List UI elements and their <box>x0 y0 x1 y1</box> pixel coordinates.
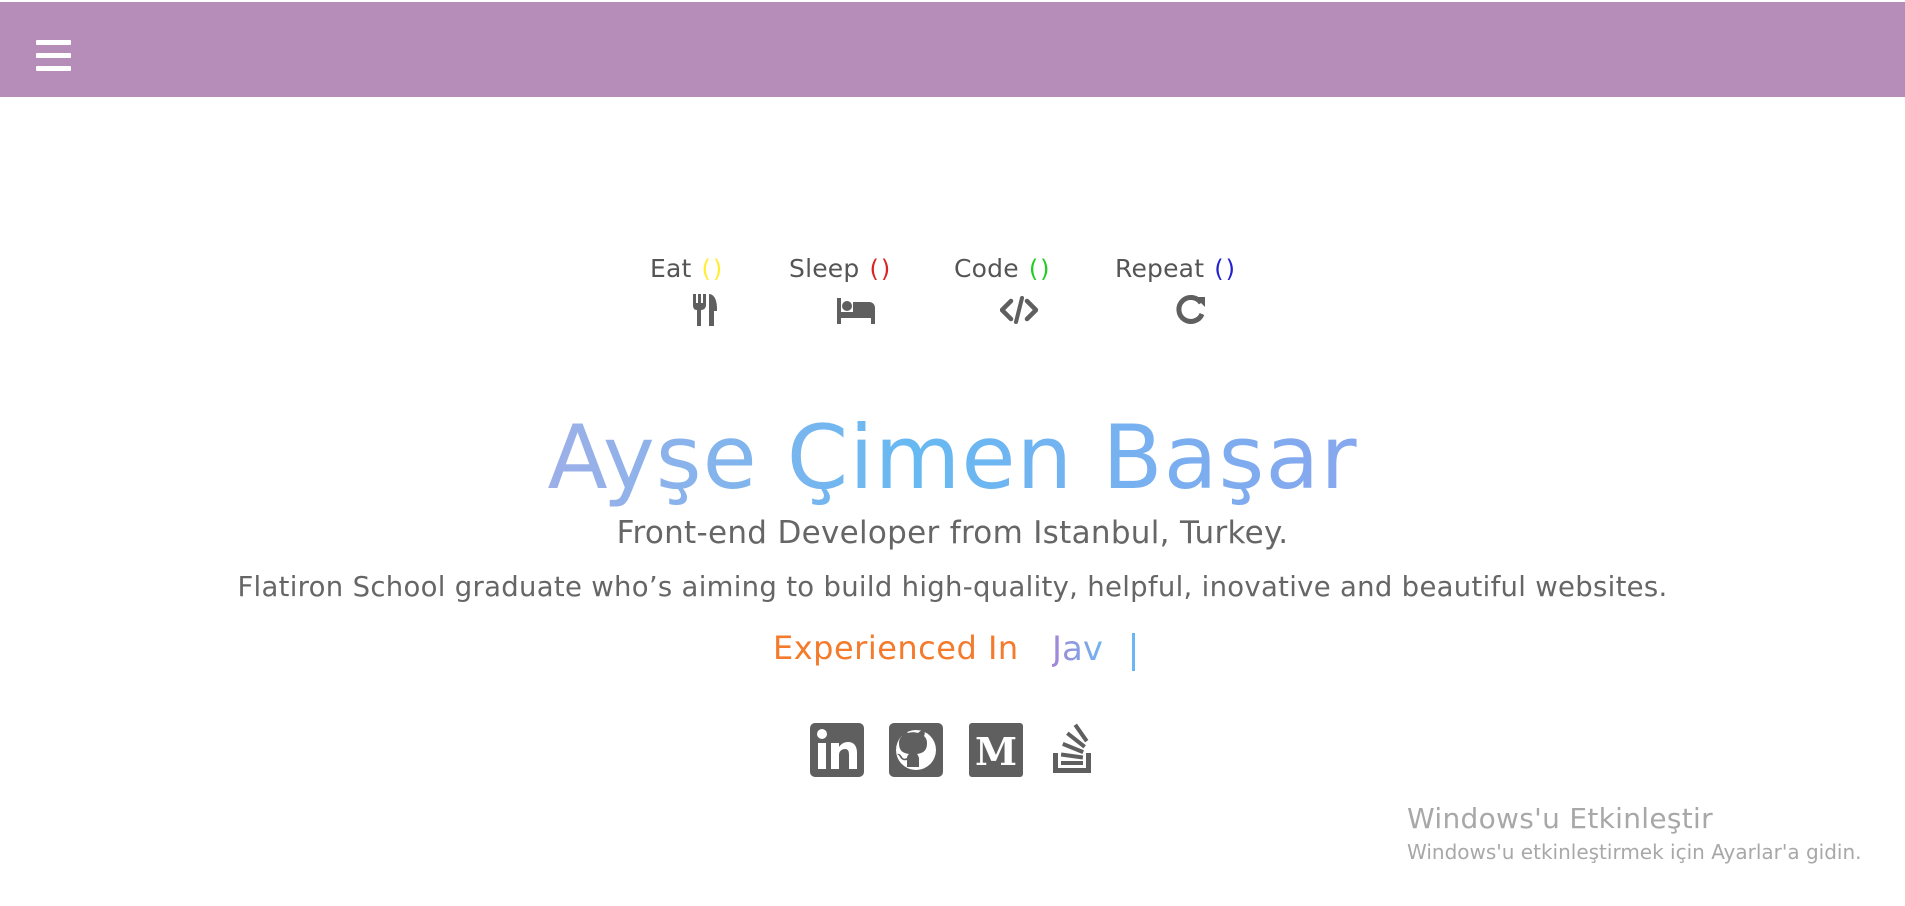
typing-cursor <box>1132 633 1135 671</box>
hero-name: Ayşe Çimen Başar <box>0 405 1905 511</box>
medium-icon[interactable]: M <box>969 723 1023 777</box>
svg-text:M: M <box>975 729 1017 774</box>
routine-label-repeat: Repeat <box>1115 254 1205 283</box>
hero-subtitle: Front-end Developer from Istanbul, Turke… <box>616 515 1289 551</box>
typing-text: Jav <box>1052 629 1103 669</box>
linkedin-icon[interactable] <box>810 723 864 777</box>
hero-bio: Flatiron School graduate who’s aiming to… <box>237 571 1668 603</box>
daily-routine: Eat() Sleep() Code() Repeat () <box>0 254 1905 334</box>
top-navbar <box>0 2 1905 97</box>
stackoverflow-icon[interactable] <box>1048 723 1102 777</box>
bed-icon <box>837 298 875 324</box>
routine-label-eat: Eat <box>650 254 692 283</box>
routine-label-code: Code <box>954 254 1019 283</box>
github-icon[interactable] <box>889 723 943 777</box>
social-links: M <box>0 723 1905 779</box>
watermark-title: Windows'u Etkinleştir <box>1407 802 1713 835</box>
routine-parens-code: () <box>1028 255 1052 283</box>
windows-activation-watermark: Windows'u Etkinleştir Windows'u etkinleş… <box>1407 800 1862 866</box>
routine-parens-repeat: () <box>1214 255 1237 283</box>
watermark-subtitle: Windows'u etkinleştirmek için Ayarlar'a … <box>1407 840 1862 864</box>
routine-parens-eat: () <box>701 255 725 283</box>
hamburger-menu-icon[interactable] <box>36 40 72 72</box>
fork-knife-icon <box>693 294 717 326</box>
redo-icon <box>1176 295 1205 324</box>
routine-label-sleep: Sleep <box>789 254 860 283</box>
code-icon <box>1000 296 1038 324</box>
routine-parens-sleep: () <box>869 255 893 283</box>
experienced-in-label: Experienced In <box>773 629 1019 667</box>
